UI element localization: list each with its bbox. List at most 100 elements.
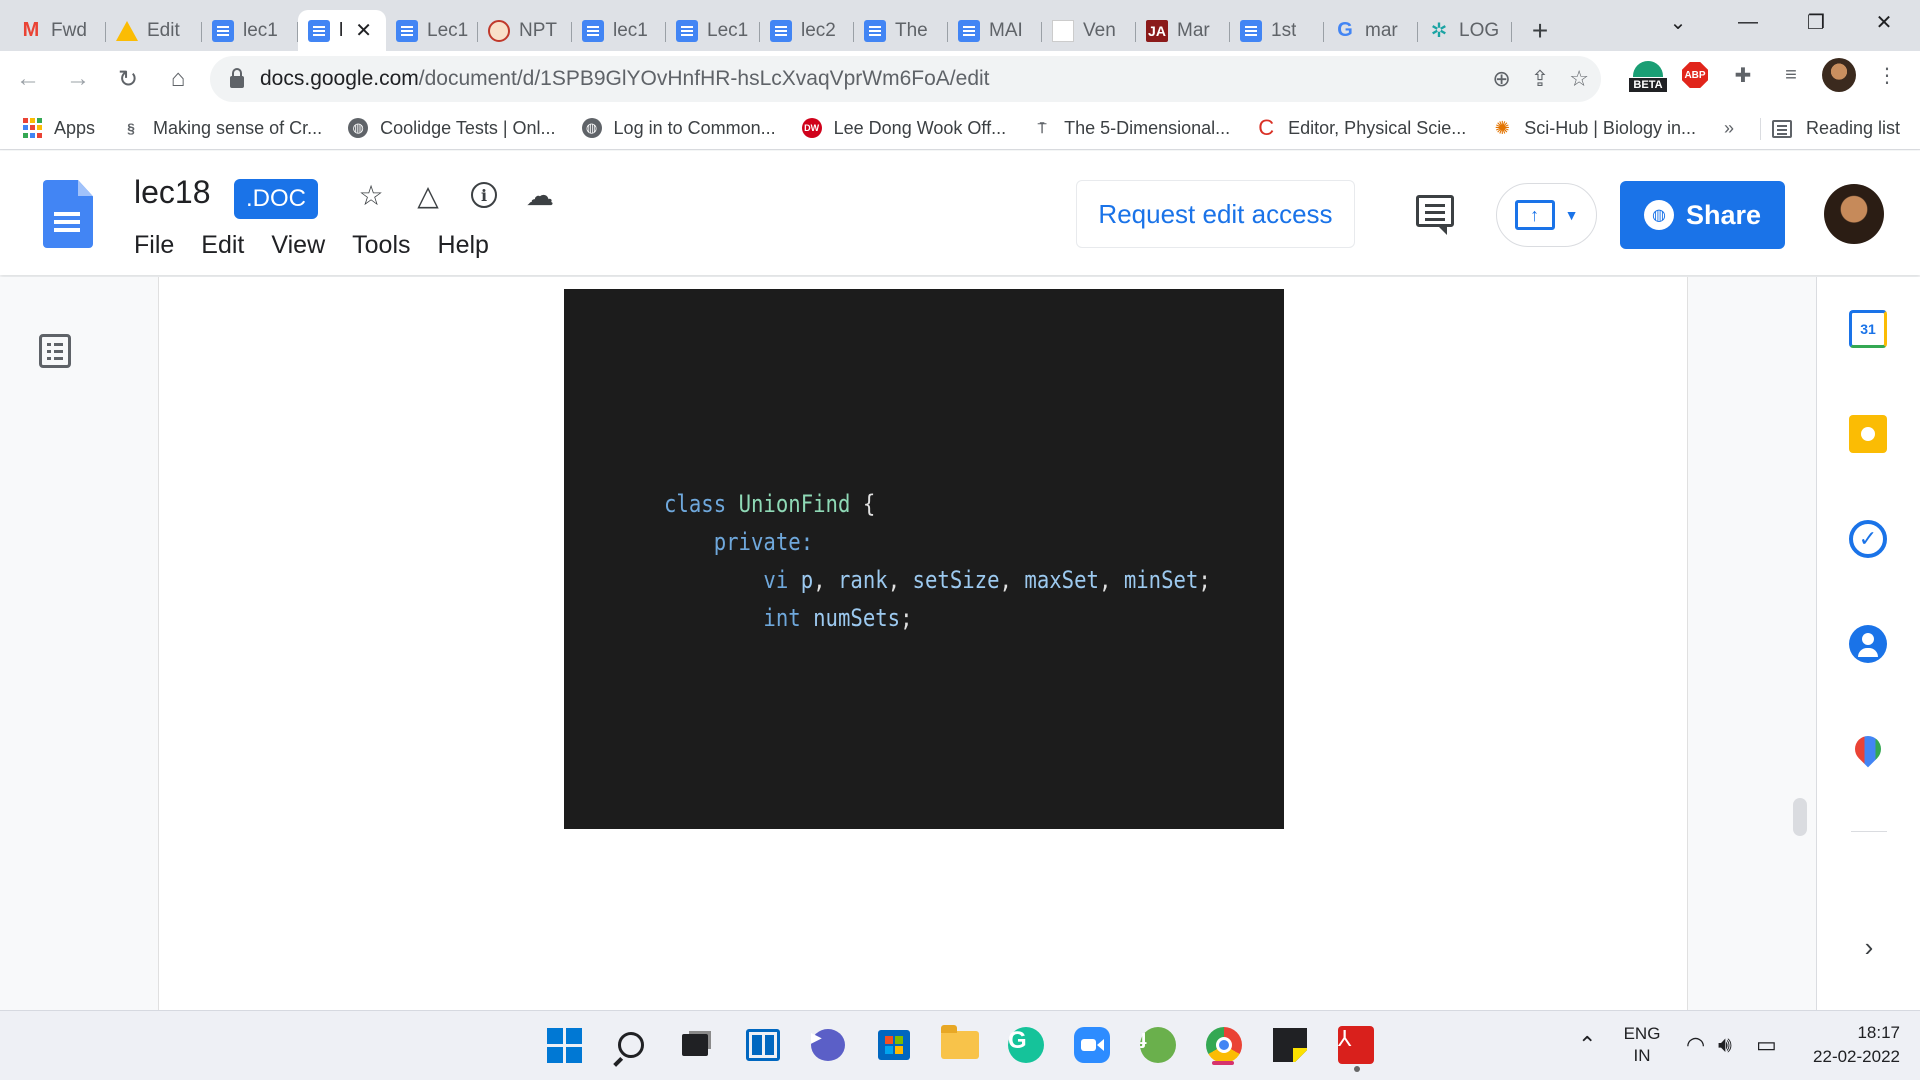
browser-tab[interactable]: JA Mar (1136, 10, 1230, 51)
keep-icon[interactable] (1849, 415, 1887, 453)
chevron-right-icon[interactable]: › (1857, 932, 1881, 962)
bookmark-item[interactable]: § Making sense of Cr... (121, 118, 322, 139)
reload-button[interactable]: ↻ (106, 57, 150, 101)
input-language-indicator[interactable]: ENG IN (1622, 1010, 1662, 1080)
beta-extension-icon[interactable]: BETA (1627, 58, 1669, 92)
browser-tab[interactable]: Lec1 (386, 10, 478, 51)
file-explorer-button[interactable] (937, 1022, 983, 1068)
bookmark-star-icon[interactable]: ☆ (1569, 66, 1589, 92)
reading-list-button[interactable]: Reading list (1772, 107, 1900, 150)
taskbar-search-button[interactable] (608, 1022, 654, 1068)
browser-tab[interactable]: Edit (106, 10, 202, 51)
evernote-button[interactable]: ɟ (1135, 1022, 1181, 1068)
volume-icon[interactable]: 🔊︎ (1718, 1010, 1732, 1080)
add-shortcut-to-drive-icon[interactable]: △ (412, 178, 444, 212)
lock-icon[interactable] (230, 67, 244, 88)
back-button[interactable]: ← (6, 57, 50, 101)
widgets-button[interactable] (740, 1022, 786, 1068)
menu-file[interactable]: File (134, 231, 174, 260)
browser-tab[interactable]: lec1 (572, 10, 666, 51)
minimize-button[interactable]: — (1718, 0, 1778, 44)
docs-header: lec18 .DOC ☆ △ i ☁ File Edit View Tools … (0, 151, 1920, 275)
browser-tab[interactable]: lec1 (202, 10, 298, 51)
address-bar[interactable]: docs.google.com/document/d/1SPB9GlYOvHnf… (210, 56, 1601, 102)
forward-button[interactable]: → (56, 57, 100, 101)
clock[interactable]: 18:17 22-02-2022 (1802, 1010, 1900, 1080)
browser-tab[interactable]: ✲ LOG (1418, 10, 1512, 51)
browser-tab[interactable]: Lec1 (666, 10, 760, 51)
star-icon[interactable]: ☆ (355, 178, 387, 212)
media-controls-icon[interactable]: ≡ (1774, 58, 1808, 92)
share-page-icon[interactable]: ⇪ (1531, 66, 1549, 92)
sticky-notes-button[interactable] (1267, 1022, 1313, 1068)
menu-help[interactable]: Help (438, 231, 489, 260)
start-button[interactable] (541, 1022, 587, 1068)
tab-title: The (895, 19, 928, 41)
profile-avatar[interactable] (1822, 58, 1856, 92)
bookmark-apps[interactable]: Apps (22, 118, 95, 139)
bookmark-item[interactable]: ◍ Coolidge Tests | Onl... (348, 118, 556, 139)
account-avatar[interactable] (1824, 184, 1884, 244)
grammarly-button[interactable]: G (1003, 1022, 1049, 1068)
zoom-app-button[interactable] (1069, 1022, 1115, 1068)
menu-tools[interactable]: Tools (352, 231, 410, 260)
document-outline-icon[interactable] (39, 334, 71, 368)
contacts-icon[interactable] (1849, 625, 1887, 663)
code-screenshot-image: class UnionFind { private: vi p, rank, s… (564, 289, 1284, 829)
teams-chat-icon: ▶ (811, 1029, 845, 1061)
store-button[interactable] (871, 1022, 917, 1068)
cloud-status-icon[interactable]: ☁ (524, 178, 556, 212)
menu-view[interactable]: View (271, 231, 325, 260)
browser-tab-active[interactable]: l ✕ (298, 10, 386, 51)
tab-title: Fwd (51, 19, 87, 41)
drive-icon (116, 20, 138, 41)
apps-grid-icon (22, 118, 42, 138)
calendar-icon[interactable]: 31 (1849, 310, 1887, 348)
bookmark-item[interactable]: ⍑ The 5-Dimensional... (1032, 118, 1230, 139)
bookmark-item[interactable]: C Editor, Physical Scie... (1256, 115, 1466, 140)
chat-button[interactable]: ▶ (805, 1022, 851, 1068)
home-button[interactable]: ⌂ (156, 57, 200, 101)
browser-tab[interactable]: G mar (1324, 10, 1418, 51)
chrome-menu-icon[interactable]: ⋮ (1870, 58, 1904, 92)
docs-logo-icon[interactable] (43, 180, 93, 248)
puzzle-extensions-icon[interactable]: ✚ (1726, 58, 1760, 92)
present-to-meeting-button[interactable]: ↑ ▼ (1496, 183, 1597, 247)
menu-edit[interactable]: Edit (201, 231, 244, 260)
battery-icon[interactable]: ▭ (1756, 1010, 1777, 1080)
new-tab-button[interactable]: + (1518, 10, 1562, 51)
close-icon[interactable]: ✕ (355, 18, 372, 43)
url-text: docs.google.com/document/d/1SPB9GlYOvHnf… (260, 67, 990, 90)
tab-search-icon[interactable]: ⌄ (1648, 0, 1708, 44)
browser-tab[interactable]: NPT (478, 10, 572, 51)
request-edit-access-button[interactable]: Request edit access (1076, 180, 1355, 248)
task-view-button[interactable] (672, 1022, 718, 1068)
restore-button[interactable]: ❐ (1786, 0, 1846, 44)
info-icon[interactable]: i (468, 178, 500, 212)
wifi-icon[interactable]: ◠ (1686, 1010, 1705, 1080)
browser-tab[interactable]: 1st (1230, 10, 1324, 51)
zoom-icon[interactable]: ⊕ (1492, 66, 1510, 92)
tasks-icon[interactable]: ✓ (1849, 520, 1887, 558)
share-button[interactable]: ◍ Share (1620, 181, 1785, 249)
show-hidden-icons-button[interactable]: ⌃ (1578, 1010, 1596, 1080)
browser-tab[interactable]: The (854, 10, 948, 51)
comment-history-icon[interactable] (1416, 195, 1454, 235)
acrobat-button[interactable]: ⅄ (1333, 1022, 1379, 1068)
adblock-icon[interactable]: ABP (1678, 58, 1712, 92)
browser-tab[interactable]: M Fwd (10, 10, 106, 51)
window-close-button[interactable]: ✕ (1854, 0, 1914, 44)
bookmark-item[interactable]: DW Lee Dong Wook Off... (801, 118, 1006, 139)
more-bookmarks-button[interactable]: » (1724, 107, 1734, 150)
evernote-icon: ɟ (1140, 1027, 1176, 1063)
browser-tab[interactable]: lec2 (760, 10, 854, 51)
browser-tab[interactable]: MAI (948, 10, 1042, 51)
bookmark-item[interactable]: ✺ Sci-Hub | Biology in... (1492, 118, 1696, 139)
scrollbar-thumb[interactable] (1793, 798, 1807, 836)
tab-title: Lec1 (707, 19, 749, 41)
maps-icon[interactable] (1849, 730, 1887, 768)
bookmark-item[interactable]: ◍ Log in to Common... (581, 118, 776, 139)
document-title[interactable]: lec18 (134, 174, 211, 211)
tab-title: 1st (1271, 19, 1297, 41)
browser-tab[interactable]: Ven (1042, 10, 1136, 51)
